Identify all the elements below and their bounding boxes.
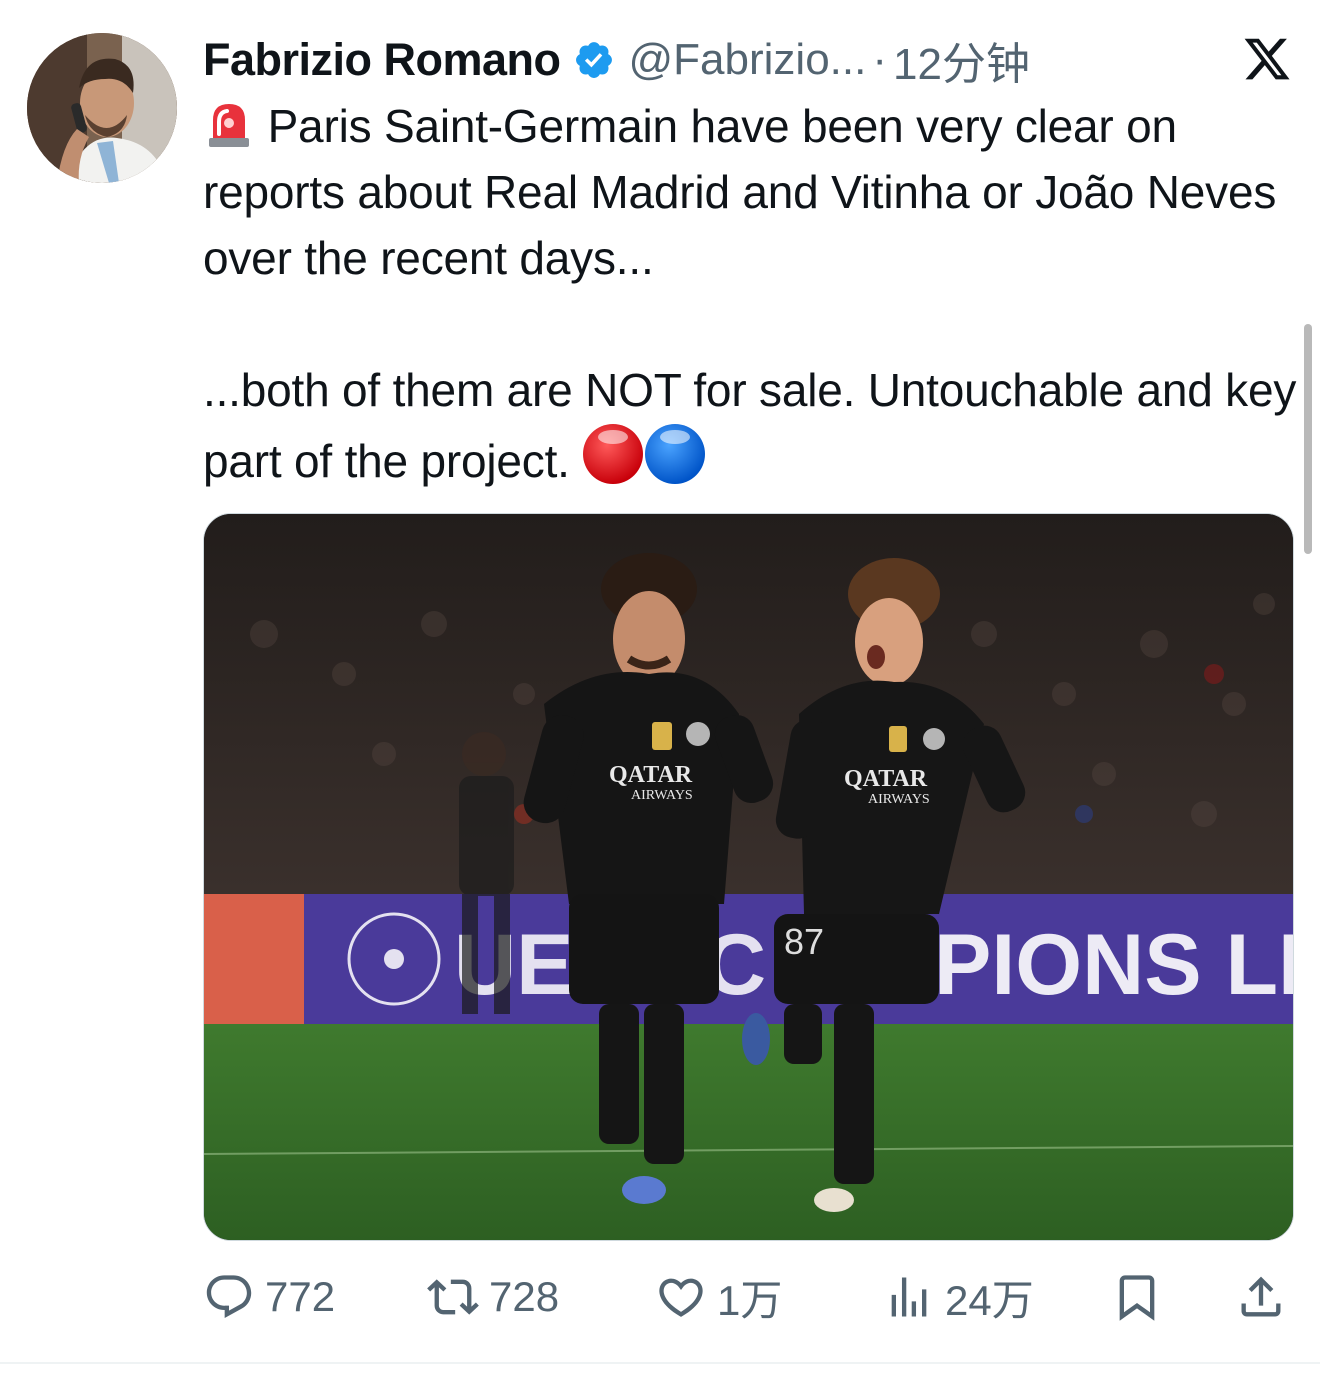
author-handle[interactable]: @Fabrizio...: [629, 35, 867, 85]
jersey2-sponsor-line2: AIRWAYS: [868, 792, 930, 807]
tweet-text: Paris Saint-Germain have been very clear…: [203, 93, 1298, 494]
bookmark-button[interactable]: [1111, 1271, 1163, 1323]
views-count: 24万: [945, 1276, 1034, 1324]
tweet-header: Fabrizio Romano @Fabrizio... · 12分钟: [203, 30, 1292, 90]
tweet-paragraph-2: ...both of them are NOT for sale. Untouc…: [203, 357, 1298, 494]
banner-text-right: PIONS LEA: [934, 917, 1293, 1013]
like-button[interactable]: 1万: [655, 1267, 782, 1328]
reply-button[interactable]: 772: [203, 1271, 335, 1323]
rotating-light-emoji: [209, 104, 249, 147]
views-button[interactable]: 24万: [883, 1267, 1034, 1328]
red-circle-emoji: [583, 424, 644, 484]
reply-count: 772: [265, 1273, 336, 1320]
share-icon: [1241, 1276, 1281, 1317]
bookmark-icon: [1119, 1275, 1155, 1321]
x-logo-icon: [1244, 38, 1290, 80]
blue-circle-emoji: [645, 424, 706, 484]
jersey-sponsor-line2: AIRWAYS: [631, 788, 693, 803]
heart-icon: [659, 1278, 703, 1317]
verified-badge-icon[interactable]: [573, 39, 615, 81]
author-avatar[interactable]: [27, 33, 177, 183]
tweet-action-bar: 772 728 1万 24万: [203, 1262, 1288, 1332]
repost-button[interactable]: 728: [427, 1271, 559, 1323]
reply-icon: [206, 1275, 252, 1319]
like-count: 1万: [717, 1276, 783, 1324]
header-separator: ·: [872, 35, 888, 84]
repost-count: 728: [489, 1273, 560, 1320]
tweet-media-photo[interactable]: UE C PIONS LEA QATAR AIRWAYS: [203, 513, 1294, 1241]
scrollbar[interactable]: [1304, 324, 1312, 554]
tweet-divider: [0, 1362, 1320, 1364]
tweet-paragraph-1-text: Paris Saint-Germain have been very clear…: [203, 100, 1277, 284]
views-icon: [891, 1277, 927, 1317]
tweet-timestamp[interactable]: 12分钟: [893, 28, 1030, 92]
repost-icon: [427, 1279, 479, 1315]
tweet-paragraph-2-text: ...both of them are NOT for sale. Untouc…: [203, 364, 1297, 487]
jersey2-sponsor-line1: QATAR: [844, 766, 928, 792]
share-button[interactable]: [1235, 1271, 1287, 1323]
shirt-number: 87: [784, 921, 824, 962]
jersey-sponsor-line1: QATAR: [609, 762, 693, 788]
tweet-paragraph-1: Paris Saint-Germain have been very clear…: [203, 93, 1298, 291]
author-name[interactable]: Fabrizio Romano: [203, 34, 561, 86]
